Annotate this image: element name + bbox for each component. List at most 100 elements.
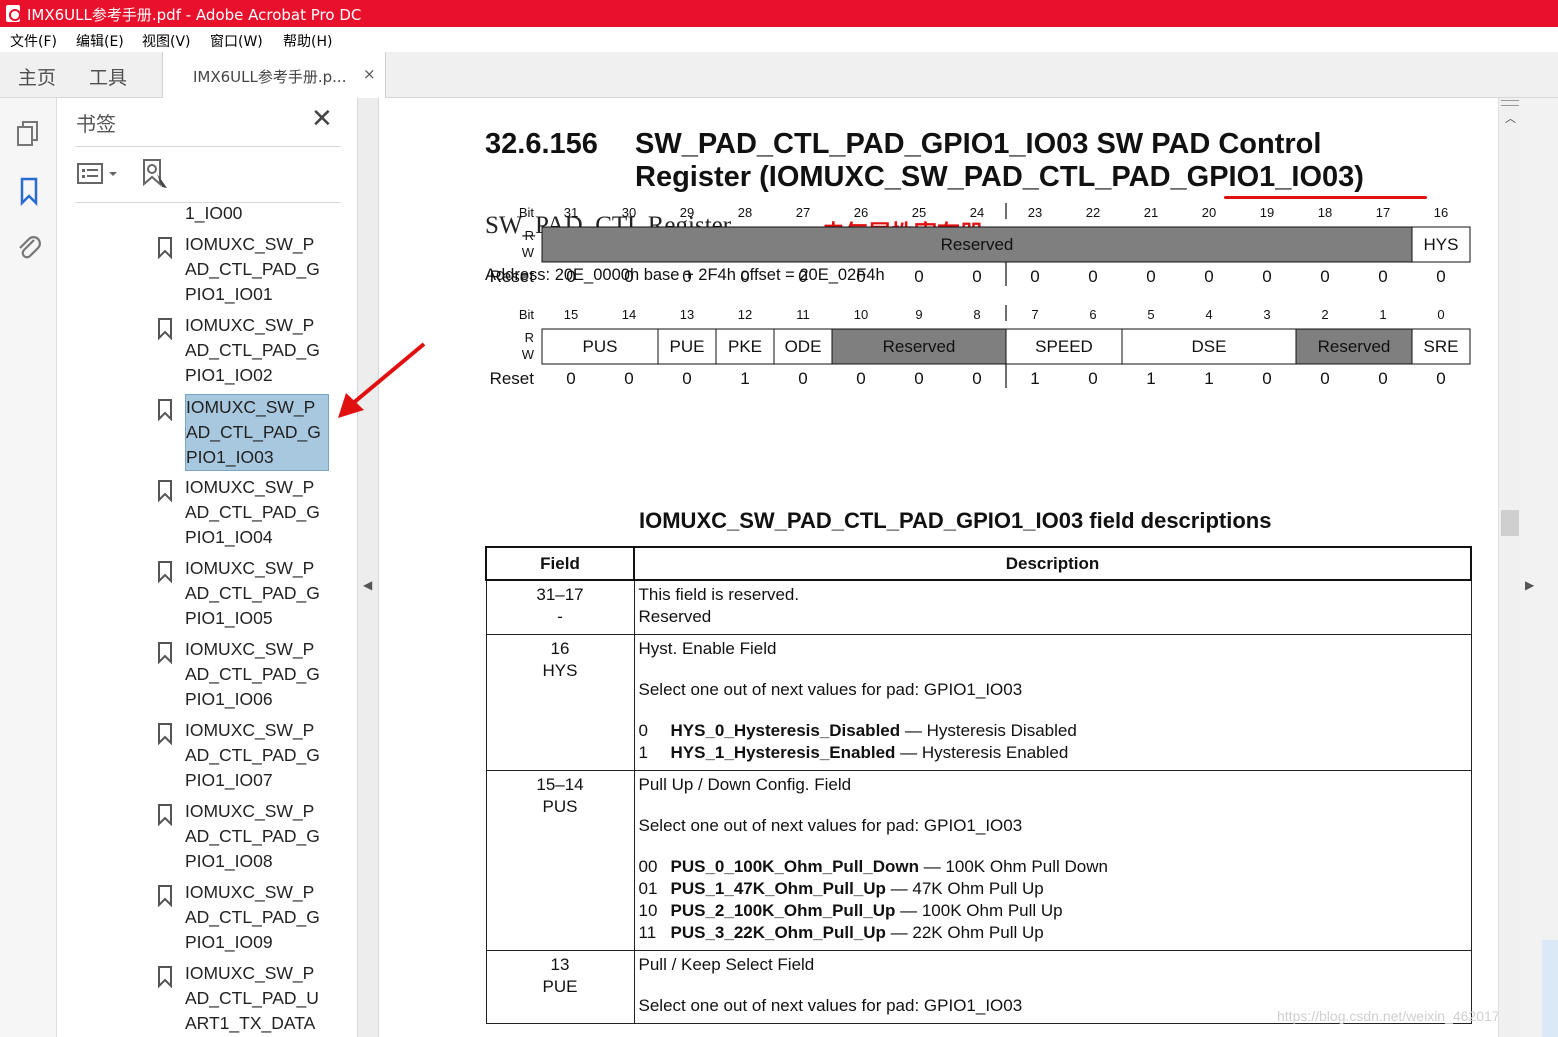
bookmark-item[interactable]: IOMUXC_SW_P AD_CTL_PAD_G PIO1_IO07 [57,717,332,798]
bookmark-item[interactable]: IOMUXC_SW_P AD_CTL_PAD_G PIO1_IO09 [57,879,332,960]
lower-bit-number: 0 [1437,307,1444,322]
description-text: Hyst. Enable Field [638,639,777,658]
bookmark-item[interactable]: IOMUXC_SW_P AD_CTL_PAD_G PIO1_IO03 [57,393,332,474]
option-description: — 100K Ohm Pull Down [918,857,1108,876]
collapse-left-icon[interactable]: ◀ [363,578,372,592]
menu-file[interactable]: 文件(F) [10,31,57,51]
tab-tools[interactable]: 工具 [89,63,127,90]
option-row: 0 HYS_0_Hysteresis_Disabled — Hysteresis … [639,720,1467,742]
lower-reset-value: 0 [1088,369,1097,388]
bookmark-label: IOMUXC_SW_P AD_CTL_PAD_U ART1_TX_DATA [185,963,319,1033]
table-row: 31–17 - This field is reserved. Reserved [485,579,1472,635]
description-cell: This field is reserved. Reserved [633,579,1472,635]
upper-reset-value: 0 [624,267,633,286]
option-description: — Hysteresis Disabled [900,721,1077,740]
scroll-up-icon[interactable]: ︿ [1505,110,1516,126]
field-text: - [557,607,563,626]
bookmark-panel-icon[interactable] [14,176,44,206]
bookmark-item[interactable]: IOMUXC_SW_P AD_CTL_PAD_U ART1_TX_DATA [57,960,332,1037]
bookmark-item[interactable]: IOMUXC_SW_P AD_CTL_PAD_G PIO1_IO02 [57,312,332,393]
upper-reset-value: 0 [566,267,575,286]
upper-reset-value: 0 [1262,267,1271,286]
bookmark-label: IOMUXC_SW_P AD_CTL_PAD_G PIO1_IO02 [185,315,320,385]
upper-reset-value: 0 [1320,267,1329,286]
lower-reset-value: 0 [1262,369,1271,388]
bookmark-label: IOMUXC_SW_P AD_CTL_PAD_G PIO1_IO06 [185,639,320,709]
menu-edit[interactable]: 编辑(E) [76,31,124,51]
option-code: 1 [638,743,648,762]
lower-field-name: ODE [785,337,822,356]
upper-read-label: R [525,228,534,243]
description-text: Pull Up / Down Config. Field [638,775,852,794]
close-tab-icon[interactable]: × [363,65,376,83]
bookmark-options-icon[interactable] [77,162,121,186]
bookmark-item[interactable]: IOMUXC_SW_P AD_CTL_PAD_G PIO1_IO05 [57,555,332,636]
watermark: https://blog.csdn.net/weixin_46201756 [1277,1008,1516,1024]
lower-reset-value: 0 [798,369,807,388]
upper-write-label: W [522,245,535,260]
lower-bit-number: 14 [622,307,636,322]
field-text: 13 [550,955,570,974]
lower-bit-number: 13 [680,307,694,322]
tab-document[interactable]: IMX6ULL参考手册.p... × [162,52,386,98]
close-panel-icon[interactable]: ✕ [311,104,333,134]
bookmark-icon [158,642,172,664]
lower-reset-value: 0 [1320,369,1329,388]
menu-window[interactable]: 窗口(W) [210,31,263,51]
option-name: PUS_0_100K_Ohm_Pull_Down [670,857,919,876]
field-descriptions-table: Field Description 31–17 - This field is re… [485,546,1472,1024]
field-text: PUS [542,797,578,816]
description-cell: Pull Up / Down Config. Field Select one o… [633,770,1472,951]
field-cell: 16 HYS [485,634,635,771]
upper-bit-number: 26 [854,205,868,220]
attachment-icon[interactable] [14,232,44,262]
upper-reset-value: 0 [856,267,865,286]
field-text: 16 [550,639,570,658]
tab-document-label: IMX6ULL参考手册.p... [193,68,347,86]
bookmarks-panel: 书签 ✕ 1_IO00 IOMUXC_SW_P AD_CTL_PAD_G PIO… [57,98,404,1037]
bookmark-item[interactable]: IOMUXC_SW_P AD_CTL_PAD_G PIO1_IO01 [57,231,332,312]
option-name: PUS_3_22K_Ohm_Pull_Up [670,923,886,942]
menu-help[interactable]: 帮助(H) [283,31,332,51]
pages-icon[interactable] [14,118,44,148]
upper-bit-number: 23 [1028,205,1042,220]
upper-bit-number: 16 [1434,205,1448,220]
bookmark-item[interactable]: IOMUXC_SW_P AD_CTL_PAD_G PIO1_IO08 [57,798,332,879]
lower-read-label: R [525,330,534,345]
title-bar: IMX6ULL参考手册.pdf - Adobe Acrobat Pro DC [0,0,1558,27]
lower-bit-number: 5 [1147,307,1154,322]
bookmark-label: IOMUXC_SW_P AD_CTL_PAD_G PIO1_IO01 [185,234,320,304]
option-description: — Hysteresis Enabled [895,743,1069,762]
upper-reset-value: 0 [1436,267,1445,286]
upper-field-name: Reserved [941,235,1014,254]
bookmark-label: IOMUXC_SW_P AD_CTL_PAD_G PIO1_IO08 [185,801,320,871]
document-page: 32.6.156 SW_PAD_CTL_PAD_GPIO1_IO03 SW PA… [379,98,1515,1037]
bookmark-icon [158,480,172,502]
find-bookmark-icon[interactable] [141,158,171,190]
menu-view[interactable]: 视图(V) [142,31,191,51]
option-name: PUS_2_100K_Ohm_Pull_Up [670,901,896,920]
option-row: 01 PUS_1_47K_Ohm_Pull_Up — 47K Ohm Pull U… [639,878,1467,900]
expand-right-icon[interactable]: ▶ [1525,578,1534,592]
bookmark-item[interactable]: IOMUXC_SW_P AD_CTL_PAD_G PIO1_IO06 [57,636,332,717]
lower-field-name: PUS [583,337,618,356]
bookmark-item[interactable]: IOMUXC_SW_P AD_CTL_PAD_G PIO1_IO04 [57,474,332,555]
upper-reset-value: 0 [740,267,749,286]
tab-home[interactable]: 主页 [18,63,56,90]
panel-splitter[interactable]: ◀ [357,98,379,1037]
scrollbar-grip [1501,100,1519,106]
option-row: 00 PUS_0_100K_Ohm_Pull_Down — 100K Ohm Pu… [639,856,1467,878]
lower-bit-number: 7 [1031,307,1038,322]
divider [75,202,341,203]
scroll-thumb[interactable] [1501,510,1519,536]
option-code: 01 [638,879,658,898]
option-name: HYS_1_Hysteresis_Enabled [670,743,896,762]
upper-bit-number: 22 [1086,205,1100,220]
upper-reset-value: 0 [682,267,691,286]
lower-bit-number: 1 [1379,307,1386,322]
document-scrollbar[interactable]: ︿ [1498,98,1520,1037]
tab-bar: 主页 工具 IMX6ULL参考手册.p... × [0,52,1558,98]
lower-field-name: PKE [728,337,762,356]
